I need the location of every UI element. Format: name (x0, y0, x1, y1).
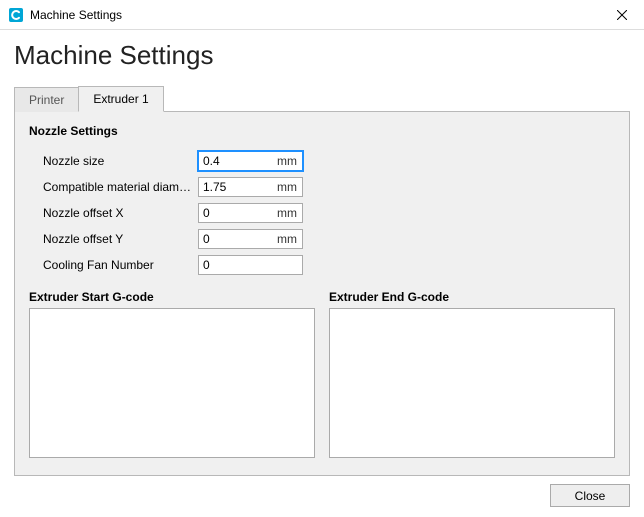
inputwrap-cooling-fan-number (198, 255, 303, 275)
nozzle-settings-group: Nozzle size mm Compatible material diam…… (29, 150, 615, 276)
gcode-end-col: Extruder End G-code (329, 290, 615, 461)
gcode-end-title: Extruder End G-code (329, 290, 615, 304)
tabs-container: Printer Extruder 1 Nozzle Settings Nozzl… (14, 85, 630, 476)
input-cooling-fan-number[interactable] (198, 255, 303, 275)
inputwrap-nozzle-offset-x: mm (198, 203, 303, 223)
gcode-start-col: Extruder Start G-code (29, 290, 315, 461)
gcode-start-textarea[interactable] (29, 308, 315, 458)
app-icon (8, 7, 24, 23)
gcode-end-textarea[interactable] (329, 308, 615, 458)
page-header: Machine Settings (0, 30, 644, 73)
input-nozzle-size[interactable] (198, 151, 303, 171)
inputwrap-nozzle-size: mm (198, 151, 303, 171)
row-nozzle-offset-x: Nozzle offset X mm (43, 202, 615, 224)
gcode-start-title: Extruder Start G-code (29, 290, 315, 304)
dialog-footer: Close (0, 476, 644, 517)
input-nozzle-offset-y[interactable] (198, 229, 303, 249)
gcode-row: Extruder Start G-code Extruder End G-cod… (29, 290, 615, 461)
tab-printer[interactable]: Printer (14, 87, 78, 112)
label-material-diameter: Compatible material diam… (43, 180, 198, 194)
close-button[interactable]: Close (550, 484, 630, 507)
tab-panel-extruder-1: Nozzle Settings Nozzle size mm Compatibl… (14, 111, 630, 476)
tab-extruder-1[interactable]: Extruder 1 (78, 86, 163, 112)
label-cooling-fan-number: Cooling Fan Number (43, 258, 198, 272)
input-nozzle-offset-x[interactable] (198, 203, 303, 223)
window-close-button[interactable] (599, 0, 644, 30)
row-material-diameter: Compatible material diam… mm (43, 176, 615, 198)
close-icon (617, 10, 627, 20)
label-nozzle-size: Nozzle size (43, 154, 198, 168)
inputwrap-material-diameter: mm (198, 177, 303, 197)
row-cooling-fan-number: Cooling Fan Number (43, 254, 615, 276)
row-nozzle-size: Nozzle size mm (43, 150, 615, 172)
tab-row: Printer Extruder 1 (14, 85, 630, 111)
nozzle-section-title: Nozzle Settings (29, 124, 615, 138)
window-title: Machine Settings (30, 8, 122, 22)
inputwrap-nozzle-offset-y: mm (198, 229, 303, 249)
input-material-diameter[interactable] (198, 177, 303, 197)
row-nozzle-offset-y: Nozzle offset Y mm (43, 228, 615, 250)
page-title: Machine Settings (14, 40, 628, 71)
label-nozzle-offset-y: Nozzle offset Y (43, 232, 198, 246)
label-nozzle-offset-x: Nozzle offset X (43, 206, 198, 220)
window-titlebar: Machine Settings (0, 0, 644, 30)
